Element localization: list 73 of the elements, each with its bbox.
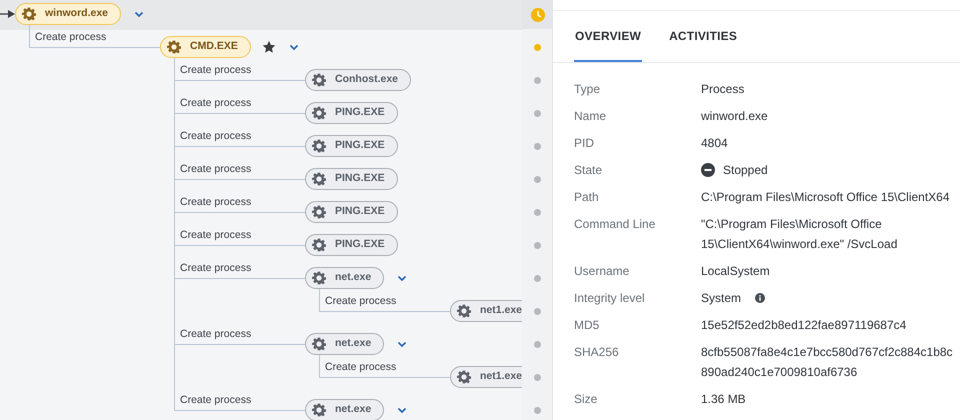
field-label: State [574,162,604,179]
edge-label: Create process [180,327,252,341]
edge-label: Create process [180,228,252,242]
chevron-down-icon[interactable] [397,274,408,282]
gear-icon [312,139,326,153]
gear-icon [457,370,471,384]
chevron-down-icon[interactable] [397,406,408,414]
star-icon[interactable] [262,40,276,54]
gear-icon [312,106,326,120]
field-label: Size [574,391,598,408]
process-node[interactable]: net.exe [305,333,384,355]
process-node[interactable]: PING.EXE [305,234,398,256]
field-label: Username [574,263,630,280]
edge-label: Create process [180,195,252,209]
process-node[interactable]: net.exe [305,267,384,289]
process-node[interactable]: CMD.EXE [160,36,251,58]
gear-icon [312,205,326,219]
field-value: LocalSystem [701,263,770,280]
gear-icon [22,7,36,21]
chevron-down-icon[interactable] [288,44,299,50]
gear-icon [457,304,471,318]
edge-label: Create process [180,96,252,110]
field-label: Command Line [574,216,656,233]
field-value: Process [701,81,744,98]
gear-icon [312,271,326,285]
tab[interactable]: ACTIVITIES [668,11,738,62]
process-node[interactable]: PING.EXE [305,201,398,223]
field-value: 15\ClientX64\winword.exe" /SvcLoad [701,236,898,253]
edge-label: Create process [180,63,252,77]
field-value: Stopped [723,162,768,179]
field-label: SHA256 [574,344,620,361]
edge-label: Create process [325,294,396,308]
clock-icon[interactable] [530,8,544,22]
chevron-down-icon[interactable] [397,340,408,348]
field-label: Name [574,108,608,125]
edge-label: Create process [325,360,396,374]
info-icon[interactable] [755,293,766,303]
process-node[interactable]: PING.EXE [305,168,398,190]
field-label: Integrity level [574,290,646,307]
gear-icon [312,238,326,252]
field-value: C:\Program Files\Microsoft Office 15\ClientX64 [701,189,950,206]
field-label: Type [574,81,602,98]
gear-icon [312,73,326,87]
field-label: PID [574,135,596,152]
process-node[interactable]: net1.exe [450,366,522,388]
process-node[interactable]: PING.EXE [305,102,398,124]
process-node[interactable]: winword.exe [15,3,122,25]
field-label: MD5 [574,317,600,334]
field-value: 4804 [701,135,728,152]
field-value: 890ad240c1e7009810af6736 [701,364,858,381]
edge-label: Create process [180,129,252,143]
gear-icon [312,172,326,186]
edge-label: Create process [35,30,106,44]
field-value: System [701,290,742,307]
gear-icon [312,337,326,351]
field-value: 1.36 MB [701,391,746,408]
edge-label: Create process [180,393,252,407]
tab[interactable]: OVERVIEW [574,11,642,62]
process-node[interactable]: Conhost.exe [305,69,412,91]
process-node[interactable]: net.exe [305,399,384,420]
process-node[interactable]: PING.EXE [305,135,398,157]
gear-icon [167,40,181,54]
incoming-arrow [0,9,15,19]
field-value: 8cfb55087fa8e4c1e7bcc580d767cf2c884c1b8c [701,344,953,361]
field-value: winword.exe [701,108,768,125]
edge-label: Create process [180,162,252,176]
process-node[interactable]: net1.exe [450,300,522,322]
field-value: "C:\Program Files\Microsoft Office [701,216,882,233]
field-label: Path [574,189,600,206]
edge-label: Create process [180,261,252,275]
chevron-down-icon[interactable] [134,10,144,18]
field-value: 15e52f52ed2b8ed122fae897119687c4 [701,317,906,334]
gear-icon [312,403,326,417]
